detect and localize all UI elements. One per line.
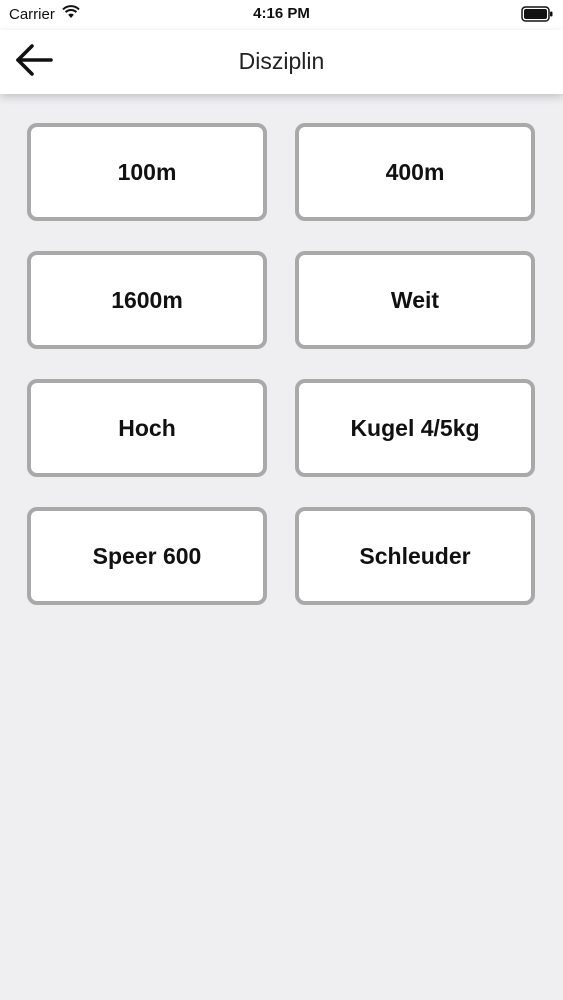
discipline-button-schleuder[interactable]: Schleuder xyxy=(295,507,535,605)
discipline-button-hoch[interactable]: Hoch xyxy=(27,379,267,477)
discipline-button-weit[interactable]: Weit xyxy=(295,251,535,349)
discipline-button-400m[interactable]: 400m xyxy=(295,123,535,221)
discipline-grid: 100m 400m 1600m Weit Hoch Kugel 4/5kg Sp… xyxy=(27,123,535,605)
discipline-button-1600m[interactable]: 1600m xyxy=(27,251,267,349)
status-time: 4:16 PM xyxy=(253,5,310,22)
discipline-button-100m[interactable]: 100m xyxy=(27,123,267,221)
content-area: 100m 400m 1600m Weit Hoch Kugel 4/5kg Sp… xyxy=(0,94,563,1000)
battery-icon xyxy=(521,6,553,22)
discipline-button-kugel[interactable]: Kugel 4/5kg xyxy=(295,379,535,477)
page-title: Disziplin xyxy=(238,48,325,74)
navigation-bar: Disziplin xyxy=(0,30,563,94)
discipline-button-speer[interactable]: Speer 600 xyxy=(27,507,267,605)
status-bar: Carrier 4:16 PM xyxy=(0,0,563,30)
